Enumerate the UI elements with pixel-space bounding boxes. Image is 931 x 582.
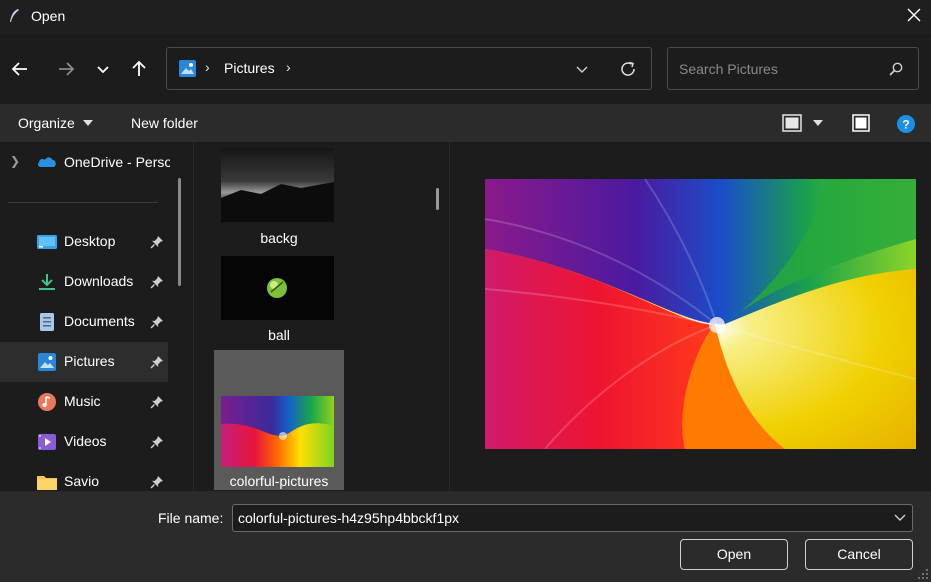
sidebar-item-pictures[interactable]: Pictures bbox=[0, 342, 168, 382]
chevron-down-icon[interactable] bbox=[575, 62, 589, 76]
quill-icon bbox=[10, 9, 19, 22]
file-name: backg bbox=[260, 230, 298, 246]
caret-down-icon[interactable] bbox=[82, 117, 94, 129]
open-button[interactable]: Open bbox=[680, 539, 788, 570]
sidebar-item-videos[interactable]: Videos bbox=[0, 422, 168, 462]
sidebar-item-label: Downloads bbox=[64, 273, 134, 289]
breadcrumb-pictures[interactable]: Pictures bbox=[224, 60, 275, 76]
preview-image bbox=[485, 179, 916, 449]
file-item-ball[interactable]: ball bbox=[214, 250, 344, 348]
file-name-value[interactable]: colorful-pictures-h4z95hp4bbckf1px bbox=[238, 510, 459, 526]
bottom-bar: File name: colorful-pictures-h4z95hp4bbc… bbox=[0, 491, 931, 582]
video-icon bbox=[38, 434, 56, 450]
pin-icon[interactable] bbox=[150, 235, 164, 249]
navigation-pane: ❯ OneDrive - Personal Desktop Downloads bbox=[0, 142, 193, 491]
file-name-label: File name: bbox=[158, 510, 224, 526]
recent-dropdown-icon[interactable] bbox=[91, 57, 115, 81]
sidebar-item-downloads[interactable]: Downloads bbox=[0, 262, 168, 302]
caret-down-icon[interactable] bbox=[812, 118, 824, 128]
search-input[interactable]: Search Pictures bbox=[667, 47, 919, 90]
pin-icon[interactable] bbox=[150, 355, 164, 369]
sidebar-item-documents[interactable]: Documents bbox=[0, 302, 168, 342]
organize-button[interactable]: Organize bbox=[18, 115, 75, 131]
thumbnail-colorful-pictures bbox=[221, 396, 334, 467]
pin-icon[interactable] bbox=[150, 475, 164, 489]
pin-icon[interactable] bbox=[150, 435, 164, 449]
back-arrow-icon[interactable] bbox=[8, 57, 32, 81]
chevron-down-icon[interactable] bbox=[894, 513, 906, 523]
thumbnail-backg bbox=[221, 148, 334, 222]
folder-icon bbox=[37, 476, 57, 490]
close-icon[interactable] bbox=[906, 7, 922, 23]
sidebar-item-label: Desktop bbox=[64, 233, 116, 249]
pin-icon[interactable] bbox=[150, 275, 164, 289]
search-icon[interactable] bbox=[888, 61, 904, 77]
sidebar-item-label: OneDrive - Personal bbox=[64, 154, 170, 170]
cloud-icon bbox=[37, 157, 56, 167]
window-title: Open bbox=[31, 8, 66, 24]
file-name-field[interactable]: colorful-pictures-h4z95hp4bbckf1px bbox=[232, 504, 913, 532]
music-icon bbox=[38, 393, 56, 411]
title-bar: Open bbox=[0, 0, 931, 34]
preview-pane-icon[interactable] bbox=[851, 113, 871, 133]
preview-pane bbox=[449, 142, 931, 491]
sidebar-item-savio[interactable]: Savio bbox=[0, 462, 168, 491]
expand-chevron-icon[interactable]: ❯ bbox=[10, 154, 20, 168]
nav-scrollbar[interactable] bbox=[178, 178, 181, 286]
pictures-icon bbox=[38, 353, 56, 371]
svg-text:?: ? bbox=[902, 118, 909, 132]
sidebar-item-desktop[interactable]: Desktop bbox=[0, 222, 168, 262]
file-list: backg ball colorful-pictures bbox=[193, 142, 449, 491]
sidebar-item-onedrive[interactable]: ❯ OneDrive - Personal bbox=[0, 142, 180, 182]
address-bar[interactable]: › Pictures › bbox=[166, 47, 652, 90]
breadcrumb-separator[interactable]: › bbox=[286, 59, 291, 75]
file-name: ball bbox=[268, 327, 290, 343]
pin-icon[interactable] bbox=[150, 315, 164, 329]
file-name: colorful-pictures bbox=[229, 473, 329, 489]
file-item-backg[interactable]: backg bbox=[214, 142, 344, 250]
new-folder-button[interactable]: New folder bbox=[131, 115, 198, 131]
thumbnail-ball bbox=[221, 256, 334, 320]
document-icon bbox=[40, 313, 54, 331]
sidebar-item-label: Music bbox=[64, 393, 101, 409]
file-list-scrollbar[interactable] bbox=[436, 188, 439, 210]
pin-icon[interactable] bbox=[150, 395, 164, 409]
cancel-button[interactable]: Cancel bbox=[805, 539, 913, 570]
sidebar-item-label: Videos bbox=[64, 433, 107, 449]
file-item-colorful-pictures[interactable]: colorful-pictures bbox=[214, 350, 344, 490]
desktop-icon bbox=[37, 235, 57, 249]
divider bbox=[8, 202, 158, 203]
up-arrow-icon[interactable] bbox=[127, 57, 151, 81]
search-placeholder: Search Pictures bbox=[679, 61, 778, 77]
help-icon[interactable]: ? bbox=[896, 114, 916, 134]
breadcrumb-separator[interactable]: › bbox=[205, 59, 210, 75]
refresh-icon[interactable] bbox=[619, 60, 637, 78]
sidebar-item-music[interactable]: Music bbox=[0, 382, 168, 422]
download-icon bbox=[39, 274, 55, 290]
forward-arrow-icon[interactable] bbox=[54, 57, 78, 81]
sidebar-item-label: Documents bbox=[64, 313, 135, 329]
sidebar-item-label: Pictures bbox=[64, 353, 115, 369]
view-options-icon[interactable] bbox=[781, 113, 803, 133]
command-bar: Organize New folder ? bbox=[0, 104, 931, 142]
resize-grip-icon[interactable] bbox=[917, 568, 929, 580]
sidebar-item-label: Savio bbox=[64, 473, 100, 489]
pictures-icon bbox=[179, 60, 196, 77]
